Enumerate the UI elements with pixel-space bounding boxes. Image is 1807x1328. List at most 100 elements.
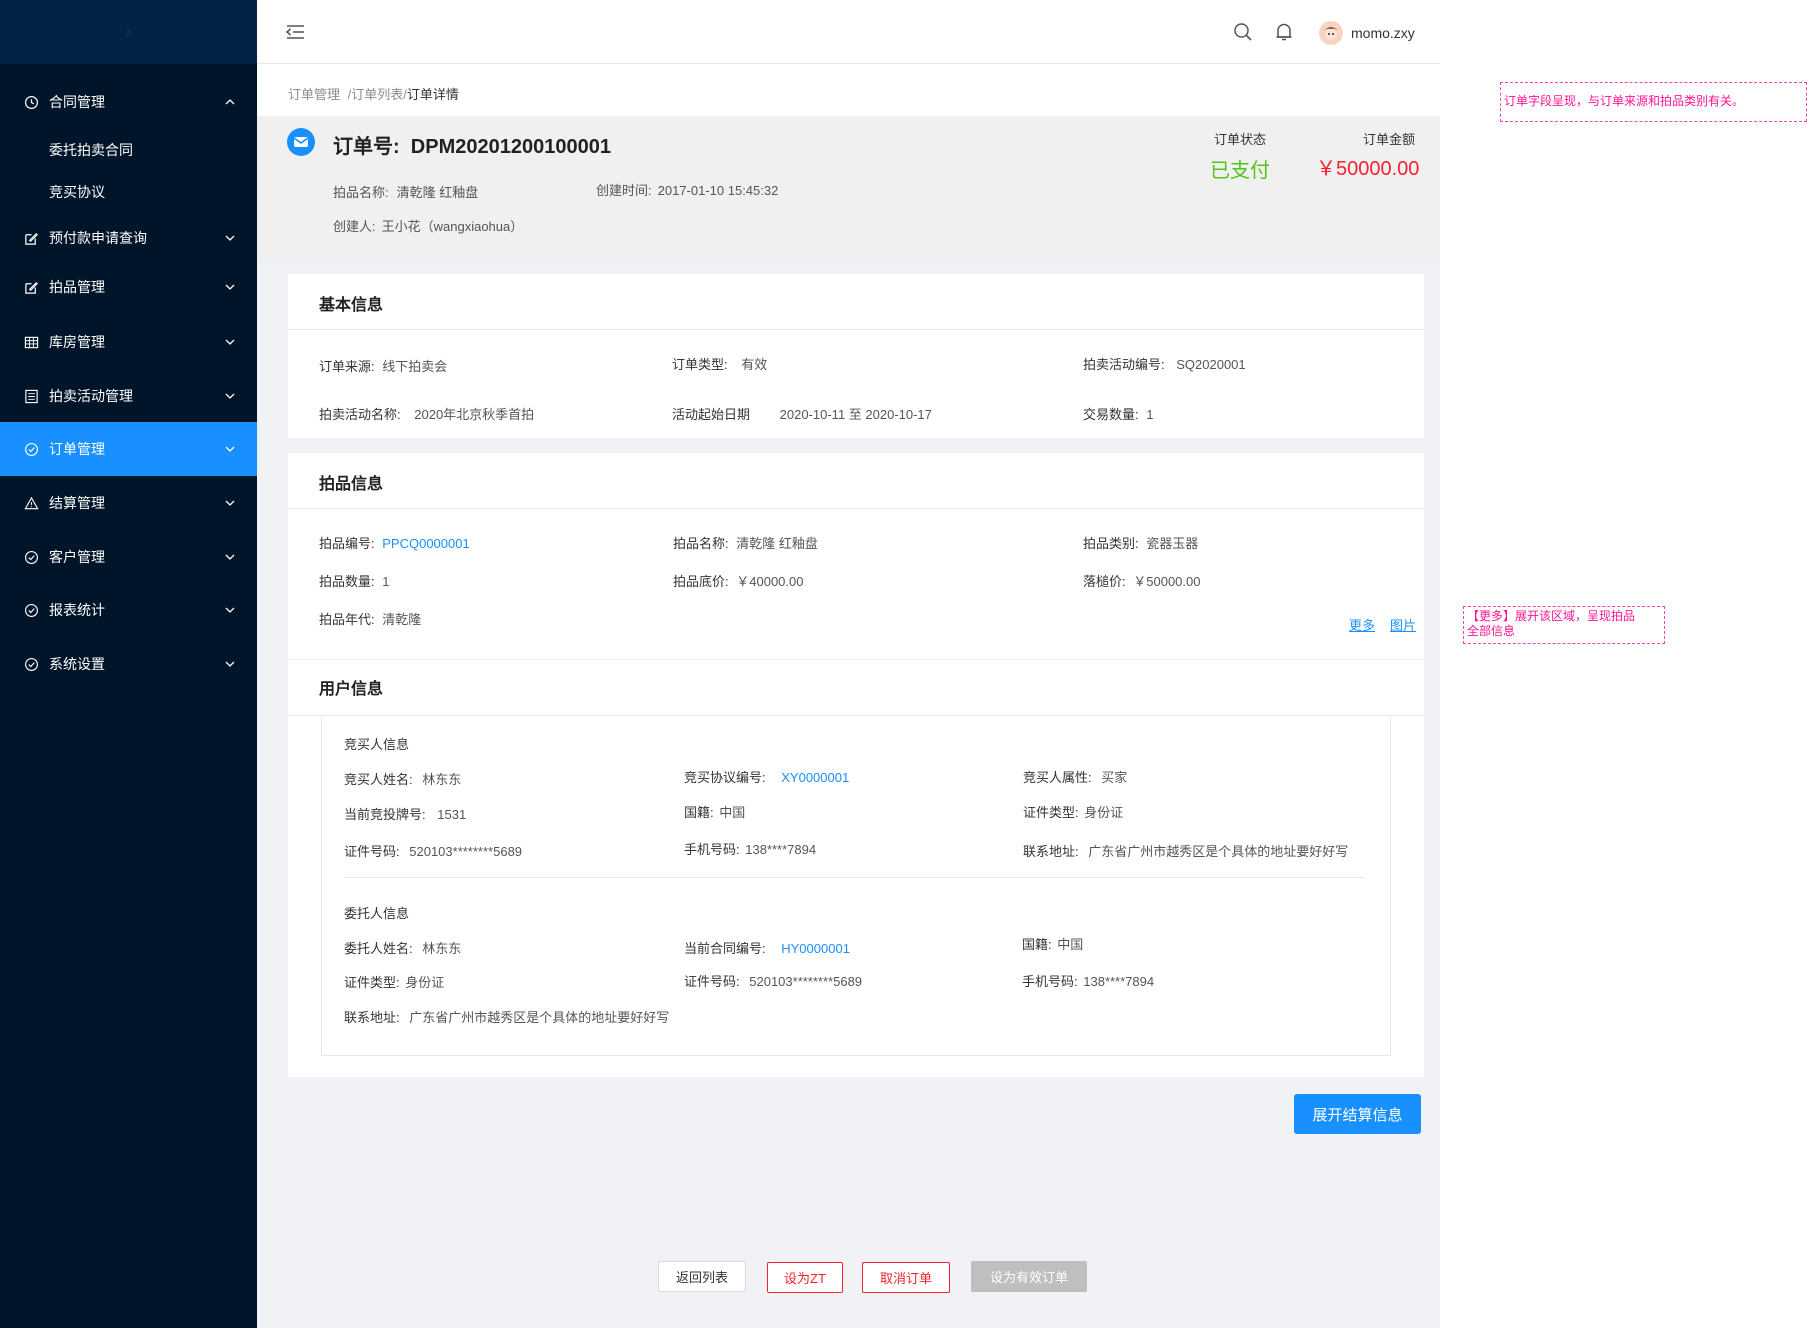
field-label: 落槌价: [1083, 574, 1126, 589]
chevron-down-icon [223, 231, 237, 245]
sidebar-item-auction-activity[interactable]: 拍卖活动管理 [0, 369, 257, 423]
field-label: 拍品名称: [333, 185, 389, 200]
set-valid-order-button[interactable]: 设为有效订单 [971, 1261, 1087, 1292]
sidebar-item-lots[interactable]: 拍品管理 [0, 260, 257, 314]
field-value: 2020年北京秋季首拍 [414, 407, 535, 422]
field-label: 活动起始日期 [672, 407, 751, 422]
field-value: 身份证 [405, 975, 445, 990]
field-value: 2017-01-10 15:45:32 [657, 183, 779, 198]
chevron-down-icon [223, 280, 237, 294]
field-label: 竞买人属性: [1023, 770, 1092, 785]
field-label: 国籍: [1022, 937, 1052, 952]
lot-no-link[interactable]: PPCQ0000001 [382, 536, 469, 551]
lot-era-field: 拍品年代: 清乾隆 [319, 609, 421, 628]
user-info-inner-box: 竞买人信息 竞买人姓名: 林东东 竞买协议编号: XY0000001 竞买人属性… [321, 716, 1391, 1056]
field-value: 中国 [1057, 937, 1084, 952]
subitem-label: 委托拍卖合同 [49, 142, 133, 158]
field-label: 手机号码: [684, 842, 740, 857]
lot-category-field: 拍品类别: 瓷器玉器 [1083, 533, 1198, 552]
order-amount-label: 订单金额 [1363, 132, 1416, 147]
buyer-phone-field: 手机号码: 138****7894 [684, 839, 816, 858]
field-value: 1 [1146, 407, 1154, 422]
sidebar-item-customers[interactable]: 客户管理 [0, 530, 257, 584]
bell-icon[interactable] [1275, 22, 1293, 45]
section-divider [344, 877, 1364, 878]
field-label: 委托人姓名: [344, 941, 413, 956]
buyer-name-field: 竞买人姓名: 林东东 [344, 769, 461, 788]
field-label: 证件号码: [684, 974, 740, 989]
buyer-attr-field: 竞买人属性: 买家 [1023, 767, 1127, 786]
sidebar-subitem-bid-agreement[interactable]: 竞买协议 [0, 172, 257, 212]
buyer-idno-field: 证件号码: 520103********5689 [344, 841, 522, 860]
field-label: 拍品数量: [319, 574, 375, 589]
sidebar-subitem-consign-contract[interactable]: 委托拍卖合同 [0, 130, 257, 170]
sidebar-item-system-settings[interactable]: 系统设置 [0, 637, 257, 691]
sidebar-item-reports[interactable]: 报表统计 [0, 583, 257, 637]
sidebar-item-label: 系统设置 [49, 656, 105, 672]
field-label: 当前竞投牌号: [344, 807, 426, 822]
order-type-field: 订单类型: 有效 [672, 354, 767, 373]
field-label: 联系地址: [1023, 844, 1079, 859]
lot-reserve-field: 拍品底价: ￥40000.00 [673, 571, 803, 590]
check-circle-icon [23, 602, 39, 618]
sidebar-item-label: 客户管理 [49, 549, 105, 565]
more-link[interactable]: 更多 [1349, 615, 1375, 634]
field-label: 创建人: [333, 219, 376, 234]
field-label: 证件号码: [344, 844, 400, 859]
back-to-list-button[interactable]: 返回列表 [658, 1261, 746, 1292]
field-label: 当前合同编号: [684, 941, 766, 956]
sidebar-item-prepay[interactable]: 预付款申请查询 [0, 211, 257, 265]
avatar[interactable] [1319, 21, 1343, 45]
field-label: 联系地址: [344, 1010, 400, 1025]
field-value: 清乾隆 红釉盘 [736, 536, 818, 551]
menu-fold-icon[interactable] [285, 22, 307, 45]
field-value: 中国 [719, 805, 746, 820]
sidebar-item-label: 合同管理 [49, 94, 105, 110]
check-circle-icon [23, 549, 39, 565]
cancel-order-button[interactable]: 取消订单 [862, 1262, 950, 1293]
sidebar-item-orders[interactable]: 订单管理 [0, 422, 257, 476]
field-value: 520103********5689 [409, 844, 523, 859]
buyer-agreement-link[interactable]: XY0000001 [781, 770, 849, 785]
breadcrumb-order-management[interactable]: 订单管理 [288, 87, 340, 102]
field-value: ￥50000.00 [1133, 574, 1201, 589]
edit-icon [23, 279, 39, 295]
order-header: 订单号: DPM20201200100001 拍品名称: 清乾隆 红釉盘 创建时间… [257, 116, 1440, 262]
sidebar-item-label: 结算管理 [49, 495, 105, 511]
sidebar-item-warehouse[interactable]: 库房管理 [0, 315, 257, 369]
sidebar-item-label: 拍品管理 [49, 279, 105, 295]
field-label: 交易数量: [1083, 407, 1139, 422]
field-value: SQ2020001 [1176, 357, 1246, 372]
sidebar-item-settlement[interactable]: 结算管理 [0, 476, 257, 530]
breadcrumb-order-list[interactable]: /订单列表/ [348, 87, 407, 102]
field-value: 广东省广州市越秀区是个具体的地址要好好写 [409, 1010, 670, 1025]
buyer-section-title: 竞买人信息 [344, 737, 410, 752]
field-label: 拍品编号: [319, 536, 375, 551]
order-status-label: 订单状态 [1214, 132, 1267, 147]
field-label: 证件类型: [1023, 805, 1079, 820]
field-label: 证件类型: [344, 975, 400, 990]
search-icon[interactable] [1233, 22, 1253, 45]
sidebar-item-contract[interactable]: 合同管理 [0, 75, 257, 129]
field-value: 广东省广州市越秀区是个具体的地址要好好写 [1088, 844, 1349, 859]
field-value: 138****7894 [1083, 974, 1155, 989]
set-zt-button[interactable]: 设为ZT [767, 1262, 843, 1293]
lot-hammer-field: 落槌价: ￥50000.00 [1083, 571, 1200, 590]
chevron-down-icon [223, 496, 237, 510]
consignor-contract-link[interactable]: HY0000001 [781, 941, 850, 956]
order-amount-value: ￥50000.00 [1316, 158, 1420, 180]
field-label: 创建时间: [596, 183, 652, 198]
expand-settlement-button[interactable]: 展开结算信息 [1294, 1094, 1421, 1134]
chevron-down-icon [223, 603, 237, 617]
images-link[interactable]: 图片 [1390, 615, 1416, 634]
creator-field: 创建人: 王小花（wangxiaohua） [333, 216, 523, 235]
lot-no-field: 拍品编号: PPCQ0000001 [319, 533, 470, 552]
lot-info-title: 拍品信息 [319, 476, 384, 493]
breadcrumb: 订单管理 /订单列表/订单详情 [288, 84, 459, 103]
chevron-down-icon [223, 335, 237, 349]
field-label: 拍卖活动编号: [1083, 357, 1165, 372]
buyer-idtype-field: 证件类型: 身份证 [1023, 802, 1123, 821]
check-circle-icon [23, 656, 39, 672]
sidebar-item-label: 订单管理 [49, 441, 105, 457]
username[interactable]: momo.zxy [1351, 25, 1415, 41]
